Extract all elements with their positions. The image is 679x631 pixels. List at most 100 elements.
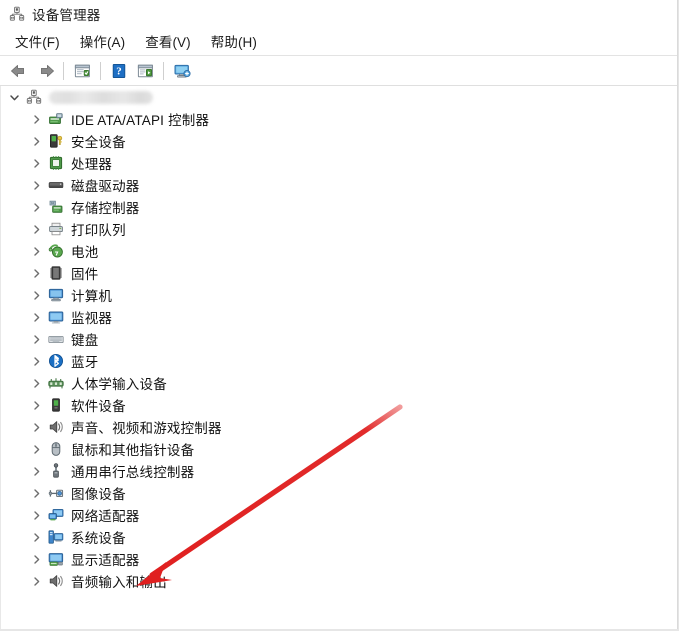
tree-item-label: 监视器 (71, 311, 113, 326)
chevron-right-icon[interactable] (28, 375, 44, 391)
audio-io-icon (47, 573, 64, 589)
menu-view[interactable]: 查看(V) (135, 29, 201, 53)
tree-item-label: 磁盘驱动器 (71, 179, 140, 194)
menu-help[interactable]: 帮助(H) (201, 29, 267, 53)
tree-item-processor[interactable]: 处理器 (0, 152, 679, 174)
toolbar-separator-3 (163, 61, 164, 80)
processor-icon (47, 155, 64, 171)
tree-root-node[interactable] (0, 86, 679, 108)
tree-item-display-adapter[interactable]: 显示适配器 (0, 548, 679, 570)
toolbar-update-driver[interactable] (132, 59, 158, 83)
tree-item-label: 鼠标和其他指针设备 (71, 443, 195, 458)
tree-item-label: 网络适配器 (71, 509, 140, 524)
imaging-device-icon (47, 485, 64, 501)
menu-action[interactable]: 操作(A) (70, 29, 136, 53)
tree-item-label: IDE ATA/ATAPI 控制器 (71, 113, 210, 128)
computer-root-icon (25, 89, 42, 105)
chevron-right-icon[interactable] (28, 463, 44, 479)
chevron-right-icon[interactable] (28, 265, 44, 281)
chevron-right-icon[interactable] (28, 529, 44, 545)
chevron-right-icon[interactable] (28, 177, 44, 193)
toolbar-back[interactable] (6, 59, 32, 83)
tree-item-sound-video-game[interactable]: 声音、视频和游戏控制器 (0, 416, 679, 438)
tree-item-label: 固件 (71, 267, 99, 282)
chevron-right-icon[interactable] (28, 155, 44, 171)
tree-item-software-device[interactable]: 软件设备 (0, 394, 679, 416)
print-queue-icon (47, 221, 64, 237)
chevron-right-icon[interactable] (28, 507, 44, 523)
tree-item-label: 显示适配器 (71, 553, 140, 568)
tree-item-audio-io[interactable]: 音频输入和输出 (0, 570, 679, 592)
chevron-right-icon[interactable] (28, 243, 44, 259)
tree-item-label: 电池 (71, 245, 99, 260)
chevron-right-icon[interactable] (28, 353, 44, 369)
chevron-right-icon[interactable] (28, 199, 44, 215)
chevron-right-icon[interactable] (28, 419, 44, 435)
chevron-right-icon[interactable] (28, 287, 44, 303)
svg-text:?: ? (116, 65, 122, 77)
chevron-right-icon[interactable] (28, 133, 44, 149)
mouse-icon (47, 441, 64, 457)
toolbar: ? (0, 55, 679, 86)
tree-item-imaging-device[interactable]: 图像设备 (0, 482, 679, 504)
bluetooth-icon (47, 353, 64, 369)
toolbar-forward[interactable] (32, 59, 58, 83)
toolbar-properties[interactable] (69, 59, 95, 83)
tree-item-bluetooth[interactable]: 蓝牙 (0, 350, 679, 372)
tree-item-computer[interactable]: 计算机 (0, 284, 679, 306)
title-bar: 设备管理器 (0, 0, 679, 27)
forward-arrow-icon (36, 63, 55, 79)
chevron-right-icon[interactable] (28, 221, 44, 237)
tree-item-ide-controller[interactable]: IDE ATA/ATAPI 控制器 (0, 108, 679, 130)
menu-file[interactable]: 文件(F) (5, 29, 70, 53)
usb-controller-icon (47, 463, 64, 479)
tree-item-security-device[interactable]: 安全设备 (0, 130, 679, 152)
tree-item-usb-controller[interactable]: 通用串行总线控制器 (0, 460, 679, 482)
tree-item-mouse[interactable]: 鼠标和其他指针设备 (0, 438, 679, 460)
tree-item-label: 音频输入和输出 (71, 575, 167, 590)
tree-item-label: 人体学输入设备 (71, 377, 167, 392)
tree-item-battery[interactable]: 电池 (0, 240, 679, 262)
toolbar-scan-hardware[interactable] (169, 59, 195, 83)
properties-icon (74, 63, 91, 79)
redacted-computer-name (49, 90, 153, 104)
chevron-right-icon[interactable] (28, 397, 44, 413)
chevron-right-icon[interactable] (28, 441, 44, 457)
chevron-down-icon[interactable] (6, 89, 22, 105)
chevron-right-icon[interactable] (28, 309, 44, 325)
tree-item-print-queue[interactable]: 打印队列 (0, 218, 679, 240)
tree-item-system-device[interactable]: 系统设备 (0, 526, 679, 548)
tree-item-disk-drive[interactable]: 磁盘驱动器 (0, 174, 679, 196)
sound-video-game-icon (47, 419, 64, 435)
chevron-right-icon[interactable] (28, 551, 44, 567)
tree-item-hid[interactable]: 人体学输入设备 (0, 372, 679, 394)
tree-item-label: 通用串行总线控制器 (71, 465, 195, 480)
security-device-icon (47, 133, 64, 149)
chevron-right-icon[interactable] (28, 111, 44, 127)
tree-item-label: 处理器 (71, 157, 113, 172)
tree-item-network-adapter[interactable]: 网络适配器 (0, 504, 679, 526)
toolbar-separator-2 (100, 61, 101, 80)
chevron-right-icon[interactable] (28, 485, 44, 501)
help-icon: ? (111, 63, 127, 79)
scan-hardware-icon (173, 63, 192, 79)
firmware-icon (47, 265, 64, 281)
toolbar-help[interactable]: ? (106, 59, 132, 83)
display-adapter-icon (47, 551, 64, 567)
chevron-right-icon[interactable] (28, 573, 44, 589)
tree-item-monitor[interactable]: 监视器 (0, 306, 679, 328)
disk-drive-icon (47, 177, 64, 193)
update-driver-icon (137, 63, 154, 79)
tree-item-label: 图像设备 (71, 487, 126, 502)
storage-controller-icon (47, 199, 64, 215)
tree-item-storage-controller[interactable]: 存储控制器 (0, 196, 679, 218)
device-manager-icon (9, 6, 25, 22)
tree-item-firmware[interactable]: 固件 (0, 262, 679, 284)
tree-item-keyboard[interactable]: 键盘 (0, 328, 679, 350)
hid-icon (47, 375, 64, 391)
device-tree[interactable]: IDE ATA/ATAPI 控制器 安全设备 处理器 磁盘驱动器 存储控制器 打… (0, 86, 679, 631)
computer-icon (47, 287, 64, 303)
menu-bar: 文件(F) 操作(A) 查看(V) 帮助(H) (0, 27, 679, 55)
chevron-right-icon[interactable] (28, 331, 44, 347)
tree-item-label: 打印队列 (71, 223, 126, 238)
